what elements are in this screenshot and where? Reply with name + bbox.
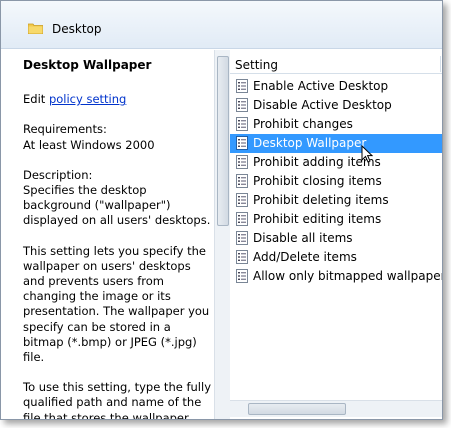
list-item[interactable]: Add/Delete items [230, 248, 442, 267]
list-item-label: Prohibit closing items [253, 174, 382, 188]
edit-prefix: Edit [23, 92, 46, 107]
policy-icon [236, 193, 248, 207]
description-text: Specifies the desktop background ("wallp… [23, 183, 211, 228]
folder-icon [28, 23, 43, 34]
header-bar: Desktop [1, 1, 442, 49]
policy-icon [236, 79, 248, 93]
policy-icon [236, 250, 248, 264]
list-item-selected[interactable]: Desktop Wallpaper [230, 134, 442, 153]
scrollbar-thumb[interactable] [248, 403, 346, 415]
header-title: Desktop [52, 22, 102, 36]
policy-window: Desktop Desktop Wallpaper Edit policy se… [0, 0, 443, 420]
policy-icon [236, 212, 248, 226]
requirements-label: Requirements: [23, 122, 107, 137]
column-header-label: Setting [235, 58, 278, 72]
list-item[interactable]: Enable Active Desktop [230, 77, 442, 96]
list-item-label: Disable all items [253, 231, 353, 245]
settings-rows: Enable Active Desktop Disable Active Des… [230, 77, 443, 286]
list-item[interactable]: Disable all items [230, 229, 442, 248]
list-item[interactable]: Prohibit deleting items [230, 191, 442, 210]
list-item-label: Prohibit changes [253, 117, 353, 131]
list-item[interactable]: Prohibit closing items [230, 172, 442, 191]
list-item-label: Prohibit deleting items [253, 193, 389, 207]
list-item-label: Enable Active Desktop [253, 79, 389, 93]
edit-line: Edit policy setting [23, 92, 214, 107]
list-item-label: Add/Delete items [253, 250, 357, 264]
column-header-setting[interactable]: Setting [230, 54, 442, 74]
list-item[interactable]: Prohibit adding items [230, 153, 442, 172]
list-item-label: Desktop Wallpaper [253, 136, 367, 150]
list-item[interactable]: Disable Active Desktop [230, 96, 442, 115]
policy-icon [236, 269, 248, 283]
policy-icon [236, 117, 248, 131]
setting-heading: Desktop Wallpaper [23, 58, 152, 72]
list-item[interactable]: Allow only bitmapped wallpaper [230, 267, 443, 286]
description-pane: Desktop Wallpaper Edit policy setting Re… [1, 50, 214, 420]
policy-setting-link[interactable]: policy setting [49, 92, 126, 106]
paragraph-3: To use this setting, type the fully qual… [23, 380, 211, 420]
policy-icon [236, 231, 248, 245]
list-horizontal-scrollbar[interactable] [230, 400, 442, 417]
list-item[interactable]: Prohibit editing items [230, 210, 442, 229]
column-separator[interactable] [440, 56, 441, 72]
list-item-label: Prohibit editing items [253, 212, 382, 226]
description-block: Description: Specifies the desktop backg… [23, 168, 214, 229]
mouse-pointer-icon [361, 145, 373, 163]
policy-icon [236, 155, 248, 169]
policy-icon [236, 98, 248, 112]
requirements-value: At least Windows 2000 [23, 137, 155, 152]
description-label: Description: [23, 167, 93, 182]
policy-icon [236, 136, 248, 150]
description-scrollbar[interactable] [214, 50, 230, 419]
settings-list: Setting Enable Active Desktop Disable Ac… [230, 50, 443, 419]
list-item[interactable]: Prohibit changes [230, 115, 442, 134]
list-item-label: Disable Active Desktop [253, 98, 392, 112]
scrollbar-thumb[interactable] [217, 56, 229, 226]
paragraph-2: This setting lets you specify the wallpa… [23, 243, 210, 365]
list-item-label: Allow only bitmapped wallpaper [253, 269, 443, 283]
requirements: Requirements: At least Windows 2000 [23, 122, 214, 152]
policy-icon [236, 174, 248, 188]
